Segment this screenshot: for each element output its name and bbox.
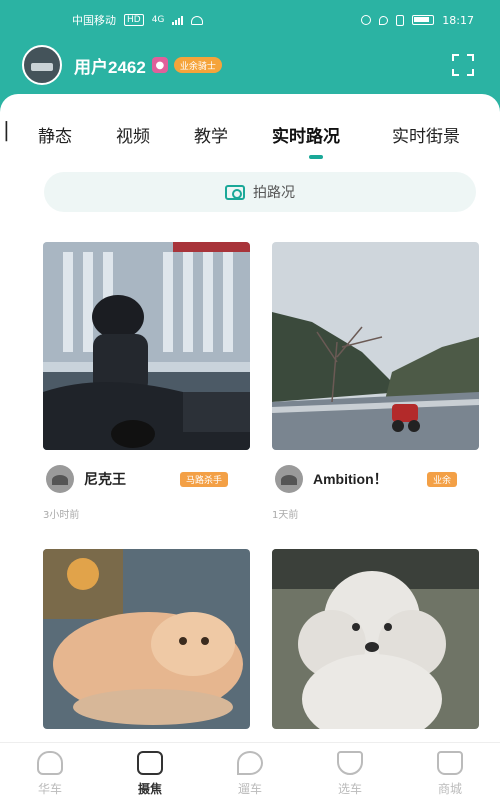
shield-icon [337, 751, 363, 775]
author-badge: 马路杀手 [179, 471, 228, 487]
alarm-icon [361, 15, 372, 25]
camera-icon [225, 184, 245, 200]
author-name[interactable]: Ambition！ [313, 469, 388, 489]
bottom-navigation: 华车 摄焦 遛车 选车 商城 [0, 742, 500, 800]
post-meta: Ambition！ 业余 [272, 464, 479, 494]
vibrate-icon [396, 14, 405, 26]
tab-video[interactable]: 视频 [116, 122, 150, 147]
content-card: ​▕ 静态 视频 教学 实时路况 实时街景 拍路况 [0, 94, 500, 800]
nav-label: 遛车 [237, 782, 262, 796]
author-avatar[interactable] [46, 465, 74, 493]
nav-item-shejiao[interactable]: 摄焦 [100, 743, 200, 800]
profile-header: 用户2462 ● 业余骑士 [0, 40, 500, 90]
gallery-icon [137, 751, 163, 775]
author-avatar[interactable] [275, 465, 303, 493]
post-time: 1天前 [272, 510, 299, 521]
nav-item-shangcheng[interactable]: 商城 [400, 743, 500, 800]
signal-label: 4G [151, 15, 165, 25]
username[interactable]: 用户2462 [74, 53, 146, 78]
map-pin-icon [237, 751, 263, 775]
nav-label: 华车 [37, 782, 62, 796]
shoot-traffic-button[interactable]: 拍路况 [44, 172, 476, 212]
author-name[interactable]: 尼克王 [84, 469, 126, 489]
post-time: 3小时前 [43, 510, 80, 521]
tab-partial[interactable]: ​▕ [0, 122, 7, 142]
tab-live-street-view[interactable]: 实时街景 [392, 122, 460, 147]
post-meta: 尼克王 马路杀手 [43, 464, 250, 494]
location-status-icon [379, 15, 389, 25]
poodle-dog-photo[interactable] [272, 549, 479, 729]
level-badge: 业余骑士 [173, 57, 222, 73]
helmet-icon [37, 751, 63, 775]
tab-live-traffic[interactable]: 实时路况 [272, 122, 340, 147]
shopping-bag-icon [437, 751, 463, 775]
nav-label: 商城 [437, 782, 462, 796]
nav-item-huache[interactable]: 华车 [0, 743, 100, 800]
active-tab-indicator [309, 155, 323, 159]
network-label: HD [124, 14, 144, 26]
signal-icon [172, 15, 184, 25]
shoot-traffic-label: 拍路况 [253, 185, 295, 201]
cat-photo[interactable] [43, 549, 250, 729]
tab-tutorial[interactable]: 教学 [194, 122, 228, 147]
tab-static[interactable]: 静态 [38, 122, 72, 147]
mountain-road-motorcycle-photo[interactable] [272, 242, 479, 450]
motorcycle-rider-photo[interactable] [43, 242, 250, 450]
avatar[interactable] [22, 45, 62, 85]
author-badge: 业余 [426, 471, 457, 487]
nav-item-xuanche[interactable]: 选车 [300, 743, 400, 800]
wifi-icon [191, 15, 204, 25]
nav-label: 摄焦 [137, 782, 162, 796]
carrier-label: 中国移动 [72, 14, 116, 27]
scan-frame-icon[interactable] [452, 54, 474, 76]
nav-item-liuche[interactable]: 遛车 [200, 743, 300, 800]
nav-label: 选车 [337, 782, 362, 796]
status-bar: 中国移动 HD 4G 18:17 [0, 0, 500, 40]
category-tabs: ​▕ 静态 视频 教学 实时路况 实时街景 [0, 122, 500, 150]
clock-label: 18:17 [442, 13, 474, 27]
battery-icon [412, 15, 435, 25]
location-pin-icon: ● [151, 57, 168, 73]
